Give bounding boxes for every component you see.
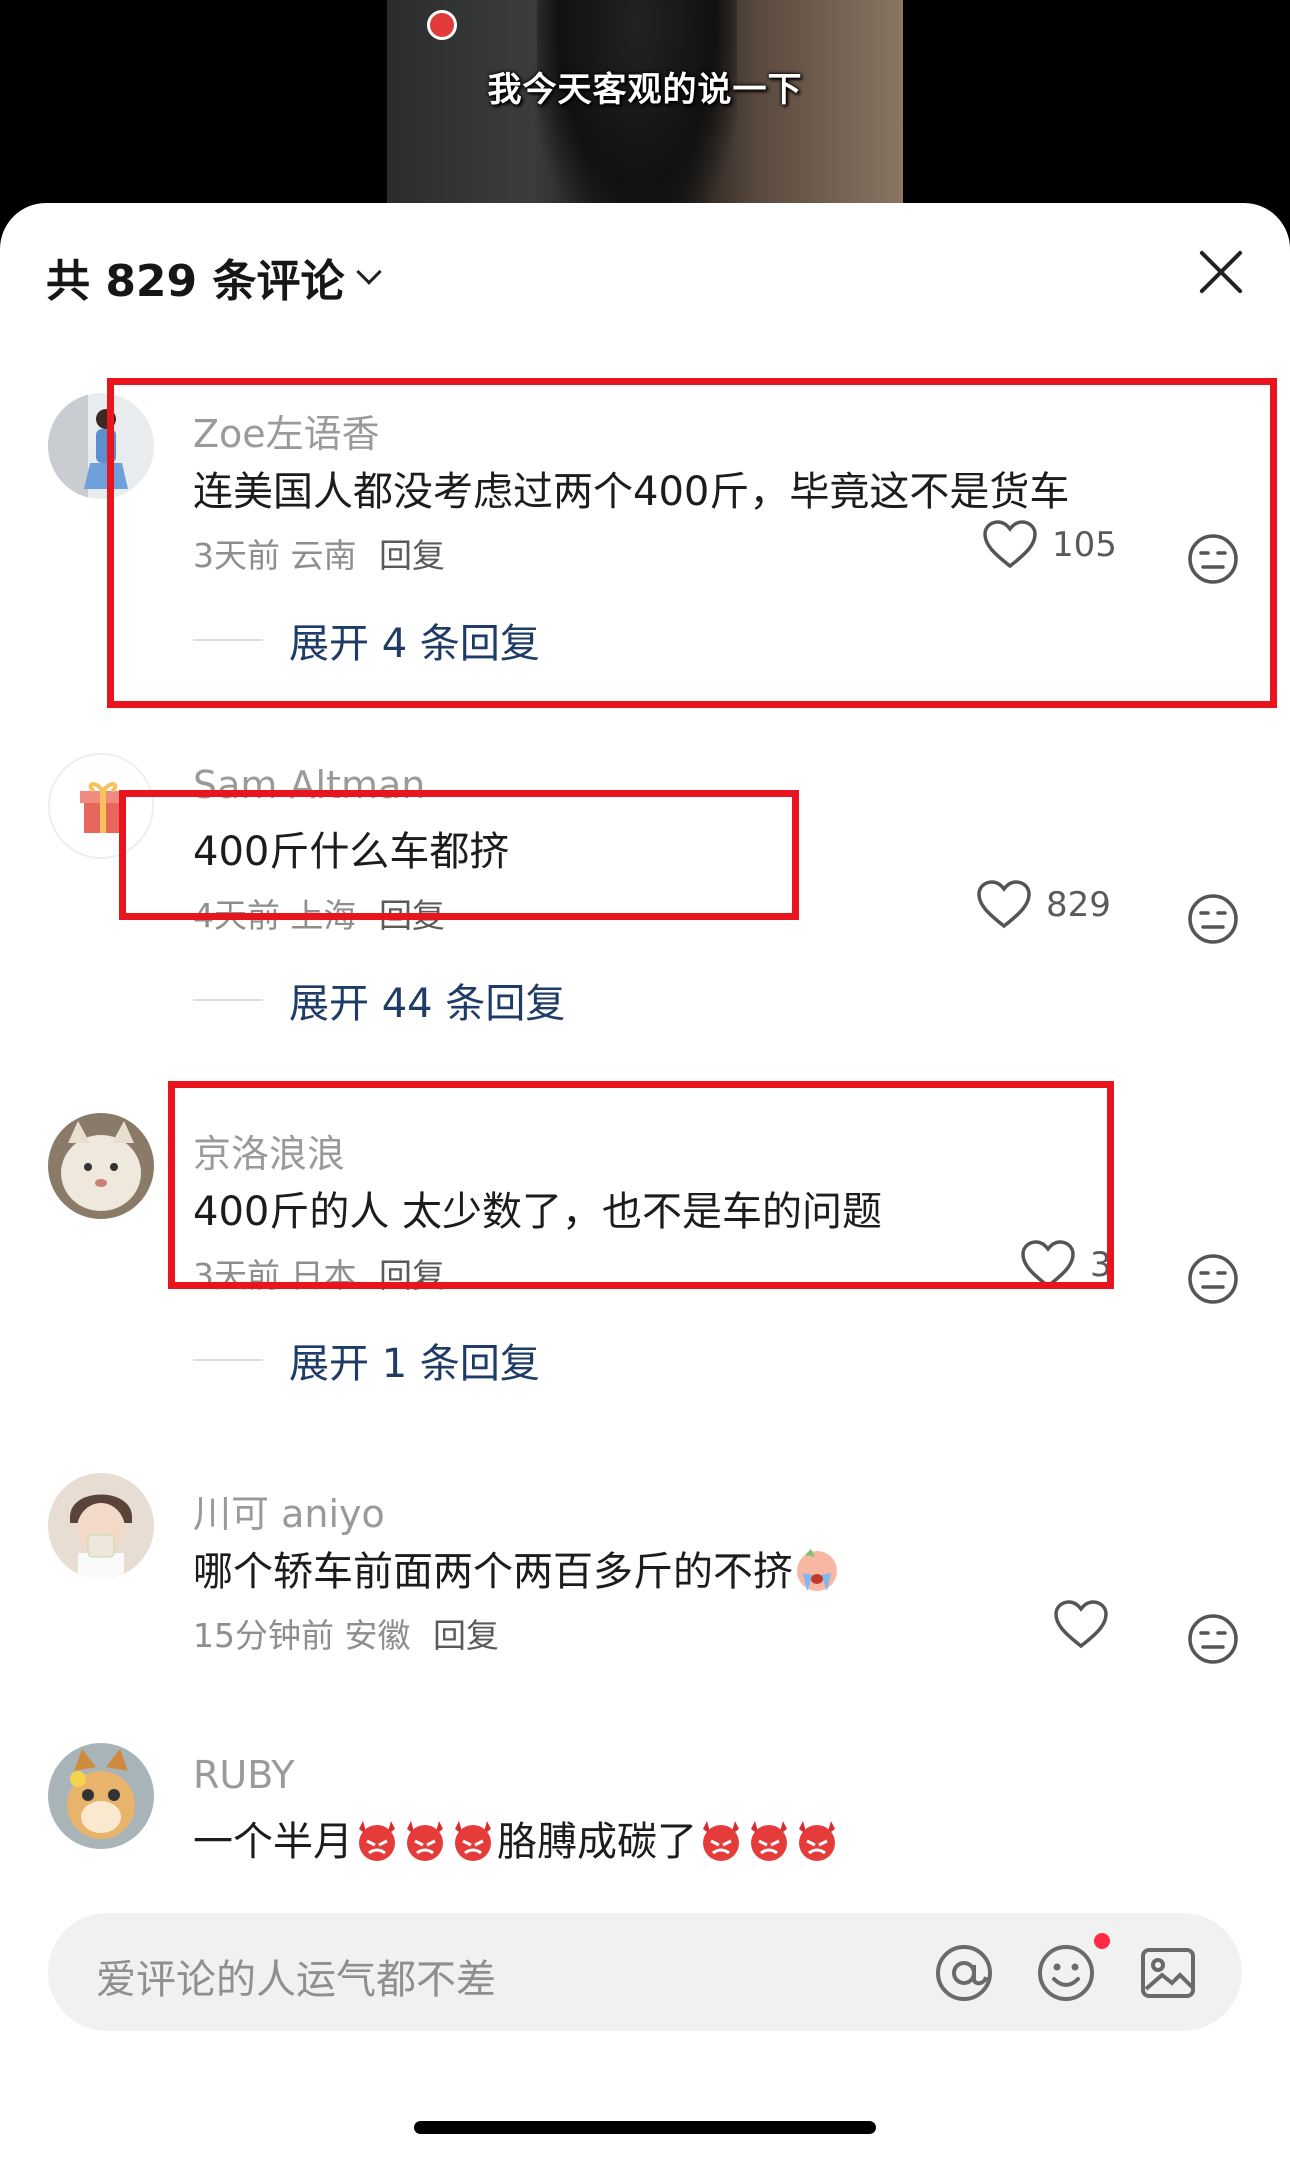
comment-text: 一个半月 胳膊成碳了 (193, 1809, 841, 1867)
expand-replies-button[interactable]: 展开 44 条回复 (193, 971, 565, 1029)
mention-icon[interactable] (934, 1943, 994, 2003)
avatar[interactable] (48, 1473, 154, 1579)
comment-author[interactable]: RUBY (193, 1753, 294, 1797)
dislike-face-icon[interactable] (1187, 1253, 1239, 1305)
divider-line (193, 1359, 263, 1361)
angry-devil-emoji-icon (455, 1821, 491, 1861)
expand-replies-label: 展开 1 条回复 (289, 1341, 540, 1387)
comment-input-placeholder: 爱评论的人运气都不差 (96, 1957, 496, 2003)
highlight-box (168, 1081, 1114, 1289)
video-badge-icon (427, 10, 457, 40)
like-count: 829 (1046, 885, 1111, 925)
heart-icon (977, 880, 1031, 929)
comment-location: 安徽 (344, 1616, 411, 1655)
heart-icon (1054, 1600, 1108, 1649)
comment-input[interactable]: 爱评论的人运气都不差 (48, 1913, 1242, 2031)
comment-text: 哪个轿车前面两个两百多斤的不挤 (193, 1539, 841, 1597)
highlight-box (119, 790, 799, 920)
comment-count-title: 共 829 条评论 (46, 256, 345, 307)
dislike-face-icon[interactable] (1187, 893, 1239, 945)
video-figure (537, 0, 737, 232)
emoji-icon[interactable] (1036, 1943, 1096, 2003)
video-frame: 我今天客观的说一下 (387, 0, 903, 232)
notification-dot (1094, 1933, 1110, 1949)
angry-devil-emoji-icon (751, 1821, 787, 1861)
expand-replies-button[interactable]: 展开 1 条回复 (193, 1331, 540, 1389)
close-icon[interactable] (1198, 249, 1244, 295)
angry-devil-emoji-icon (359, 1821, 395, 1861)
angry-devil-emoji-icon (799, 1821, 835, 1861)
image-icon[interactable] (1138, 1943, 1198, 2003)
dislike-face-icon[interactable] (1187, 1613, 1239, 1665)
comment-meta: 15分钟前 安徽 回复 (193, 1609, 499, 1657)
crying-emoji-icon (797, 1549, 837, 1591)
avatar[interactable] (48, 1743, 154, 1849)
expand-replies-label: 展开 44 条回复 (289, 981, 566, 1027)
comment-count-dropdown[interactable]: 共 829 条评论 (46, 245, 383, 309)
chevron-down-icon (356, 259, 383, 285)
video-player[interactable]: 我今天客观的说一下 (0, 0, 1290, 232)
home-indicator[interactable] (414, 2121, 876, 2134)
angry-devil-emoji-icon (407, 1821, 443, 1861)
highlight-box (107, 378, 1277, 708)
comment-time: 15分钟前 (193, 1616, 334, 1655)
video-subtitle: 我今天客观的说一下 (487, 70, 803, 110)
divider-line (193, 999, 263, 1001)
angry-devil-emoji-icon (703, 1821, 739, 1861)
avatar[interactable] (48, 1113, 154, 1219)
comment-author[interactable]: 川可 aniyo (193, 1483, 385, 1538)
like-button[interactable] (1053, 1600, 1109, 1650)
like-button[interactable]: 829 (976, 880, 1111, 930)
reply-button[interactable]: 回复 (433, 1616, 499, 1655)
